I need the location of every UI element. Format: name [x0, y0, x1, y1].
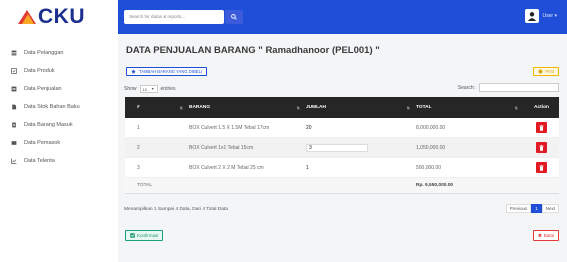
sidebar-item-telenta[interactable]: Data Telenta — [0, 152, 118, 170]
column-header-jumlah[interactable]: JUMLAH ⇅ — [306, 105, 416, 110]
print-button[interactable]: Print — [533, 67, 559, 76]
cancel-button[interactable]: ✖ Batal — [532, 230, 559, 241]
trash-icon — [539, 164, 544, 171]
sidebar-item-penjualan[interactable]: Data Penjualan — [0, 80, 118, 98]
table-header: # ⇅ BARANG ⇅ JUMLAH ⇅ TOTAL ⇅ Action — [125, 97, 559, 118]
sidebar-item-label: Data Barang Masuk — [24, 122, 73, 128]
page-title: DATA PENJUALAN BARANG " Ramadhanoor (PEL… — [126, 45, 380, 56]
entries-length-control: Show 10 ▼ entries — [124, 85, 176, 93]
close-icon: ✖ — [537, 232, 542, 238]
pagination-previous[interactable]: Previous — [505, 204, 532, 213]
check-square-icon — [130, 233, 135, 238]
quantity-input[interactable]: 3 — [306, 143, 368, 152]
column-header-no[interactable]: # ⇅ — [125, 105, 189, 110]
logo-text: CKU — [38, 5, 85, 28]
delete-button[interactable] — [536, 162, 547, 173]
user-name: User ▾ — [542, 13, 557, 19]
table-row: 3 BOX Culvert 2 X 2 M Tebal 25 cm 1 500,… — [125, 158, 559, 178]
table-row: 2 BOX Culvert 1x1 Tebal 15cm 3 1,050,000… — [125, 138, 559, 158]
total-value: Rp. 9,550,000.00 — [416, 183, 454, 188]
confirm-button[interactable]: Konfirmasi — [125, 230, 164, 241]
trash-icon — [539, 144, 544, 151]
entries-select[interactable]: 10 ▼ — [139, 85, 158, 93]
column-header-barang[interactable]: BARANG ⇅ — [189, 105, 306, 110]
sidebar-item-label: Data Penjualan — [24, 86, 62, 92]
box-icon — [11, 68, 17, 74]
sidebar-item-pemasok[interactable]: Data Pemasok — [0, 134, 118, 152]
sidebar-item-label: Data Telenta — [24, 158, 55, 164]
file-icon — [12, 104, 17, 110]
column-header-total[interactable]: TOTAL ⇅ — [416, 105, 524, 110]
truck-icon — [11, 141, 17, 145]
main-content: DATA PENJUALAN BARANG " Ramadhanoor (PEL… — [118, 34, 567, 262]
user-menu[interactable]: User ▾ — [524, 9, 557, 23]
sidebar-item-stok-bahan-baku[interactable]: Data Stok Bahan Baku — [0, 98, 118, 116]
sales-table: # ⇅ BARANG ⇅ JUMLAH ⇅ TOTAL ⇅ Action 1 BOX C… — [125, 97, 559, 194]
sidebar-item-barang-masuk[interactable]: Data Barang Masuk — [0, 116, 118, 134]
table-row: 1 BOX Culvert 1.5 X 1.5M Tebal 17cm 20 8… — [125, 118, 559, 138]
print-icon — [538, 69, 543, 74]
quantity-value: 1 — [306, 164, 309, 171]
chart-icon — [11, 158, 17, 164]
table-icon — [11, 50, 17, 56]
logo-mark-icon — [18, 8, 36, 26]
search-icon — [231, 14, 237, 20]
star-icon — [131, 69, 136, 74]
global-search-input[interactable]: Search for datas & reports... — [124, 10, 224, 24]
cart-icon — [11, 86, 17, 92]
table-search-input[interactable] — [479, 83, 559, 92]
sort-icon: ⇅ — [406, 105, 410, 110]
trash-icon — [539, 124, 544, 131]
pagination-next[interactable]: Next — [541, 204, 559, 213]
sort-icon: ⇅ — [514, 105, 518, 110]
sidebar-item-label: Data Pelanggan — [24, 50, 64, 56]
user-avatar-icon — [524, 9, 539, 23]
sidebar-item-pelanggan[interactable]: Data Pelanggan — [0, 44, 118, 62]
inbox-icon — [12, 122, 16, 128]
column-header-action[interactable]: Action — [524, 105, 559, 110]
sidebar-item-label: Data Pemasok — [24, 140, 61, 146]
sort-icon: ⇅ — [296, 105, 300, 110]
table-total-row: TOTAL Rp. 9,550,000.00 — [125, 178, 559, 194]
brand-logo[interactable]: CKU — [0, 0, 118, 34]
total-label: TOTAL — [137, 183, 153, 188]
quantity-value: 20 — [306, 124, 312, 131]
search-button[interactable] — [225, 10, 243, 24]
delete-button[interactable] — [536, 142, 547, 153]
sidebar-item-produk[interactable]: Data Produk — [0, 62, 118, 80]
sort-icon: ⇅ — [179, 105, 183, 110]
add-item-button[interactable]: TAMBAH BARANG YANG DIBELI — [126, 67, 208, 76]
chevron-down-icon: ▼ — [151, 87, 155, 91]
table-search: Search: — [458, 83, 559, 92]
sidebar-item-label: Data Produk — [24, 68, 55, 74]
pagination: Previous 1 Next — [505, 204, 559, 213]
table-info: Menampilkan 1 Sampai 4 Data, Dari 4 Tota… — [124, 207, 228, 212]
top-navbar: CKU Search for datas & reports... User ▾ — [0, 0, 567, 34]
sidebar-item-label: Data Stok Bahan Baku — [24, 104, 80, 110]
sidebar: Data Pelanggan Data Produk Data Penjuala… — [0, 34, 118, 262]
pagination-page-1[interactable]: 1 — [531, 204, 542, 213]
delete-button[interactable] — [536, 122, 547, 133]
